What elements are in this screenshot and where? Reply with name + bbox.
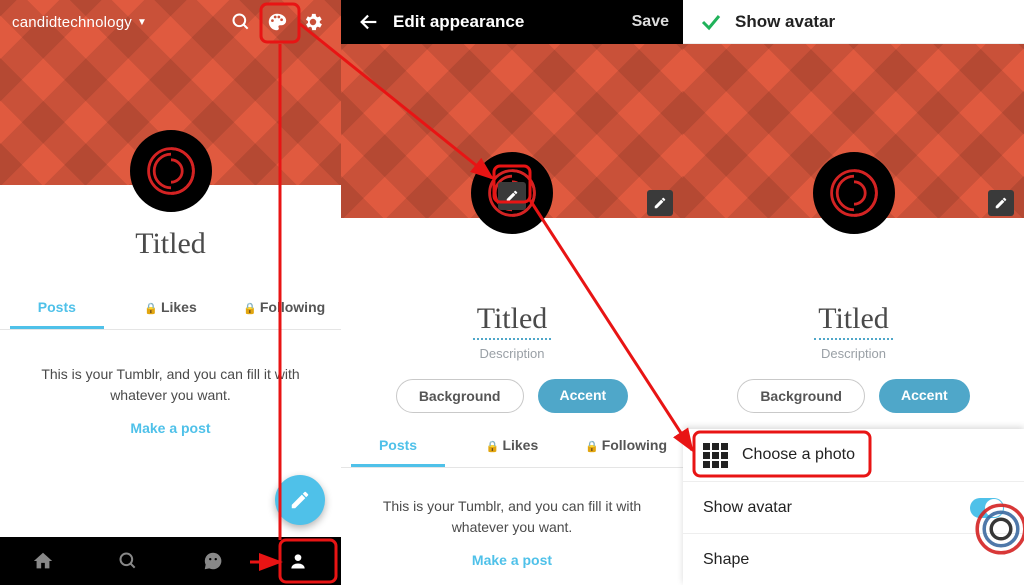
shape-label: Shape bbox=[703, 551, 749, 569]
description-field[interactable]: Description bbox=[341, 346, 683, 361]
confirm-check-icon[interactable] bbox=[693, 4, 729, 40]
avatar-image[interactable] bbox=[813, 152, 895, 234]
edit-avatar-button[interactable] bbox=[498, 182, 526, 210]
grid-icon bbox=[703, 443, 728, 468]
watermark-logo bbox=[966, 494, 1024, 569]
nav-messages-icon[interactable] bbox=[193, 541, 233, 581]
panel-edit-appearance: Edit appearance Save Titled Description … bbox=[341, 0, 683, 585]
compose-fab[interactable] bbox=[275, 475, 325, 525]
accent-button[interactable]: Accent bbox=[879, 379, 970, 413]
search-icon[interactable] bbox=[223, 4, 259, 40]
tab-likes[interactable]: 🔒Likes bbox=[114, 285, 228, 329]
show-avatar-label: Show avatar bbox=[703, 499, 792, 517]
lock-icon: 🔒 bbox=[144, 303, 158, 315]
panel-blog: candidtechnology ▼ Titled Posts 🔒Likes 🔒… bbox=[0, 0, 341, 585]
edit-header-button[interactable] bbox=[647, 190, 673, 216]
gear-icon[interactable] bbox=[295, 4, 331, 40]
avatar-image[interactable] bbox=[130, 130, 212, 212]
tab-following[interactable]: 🔒Following bbox=[227, 285, 341, 329]
accent-button[interactable]: Accent bbox=[538, 379, 629, 413]
make-post-link[interactable]: Make a post bbox=[0, 420, 341, 436]
palette-icon[interactable] bbox=[259, 4, 295, 40]
chevron-down-icon[interactable]: ▼ bbox=[137, 17, 147, 28]
background-button[interactable]: Background bbox=[396, 379, 524, 413]
lock-icon: 🔒 bbox=[243, 303, 257, 315]
description-field[interactable]: Description bbox=[683, 346, 1024, 361]
save-button[interactable]: Save bbox=[632, 13, 673, 31]
nav-search-icon[interactable] bbox=[108, 541, 148, 581]
choose-photo-label: Choose a photo bbox=[742, 446, 855, 464]
background-button[interactable]: Background bbox=[737, 379, 865, 413]
tab-likes[interactable]: 🔒Likes bbox=[455, 423, 569, 467]
header-title: Edit appearance bbox=[393, 12, 524, 32]
header-title: Show avatar bbox=[735, 12, 835, 32]
lock-icon: 🔒 bbox=[585, 441, 599, 453]
bottom-nav bbox=[0, 537, 341, 585]
edit-header-button[interactable] bbox=[988, 190, 1014, 216]
lock-icon: 🔒 bbox=[486, 441, 500, 453]
empty-state-text: This is your Tumblr, and you can fill it… bbox=[0, 364, 341, 406]
choose-photo-row[interactable]: Choose a photo bbox=[683, 429, 1024, 481]
back-arrow-icon[interactable] bbox=[351, 4, 387, 40]
nav-home-icon[interactable] bbox=[23, 541, 63, 581]
blog-title-editable[interactable]: Titled bbox=[473, 302, 552, 340]
blog-title: Titled bbox=[0, 227, 341, 261]
blog-title-editable[interactable]: Titled bbox=[814, 302, 893, 340]
tab-following[interactable]: 🔒Following bbox=[569, 423, 683, 467]
nav-profile-icon[interactable] bbox=[278, 541, 318, 581]
blog-name[interactable]: candidtechnology bbox=[12, 14, 132, 31]
make-post-link[interactable]: Make a post bbox=[341, 552, 683, 568]
empty-state-text: This is your Tumblr, and you can fill it… bbox=[341, 496, 683, 538]
tab-posts[interactable]: Posts bbox=[0, 285, 114, 329]
tab-posts[interactable]: Posts bbox=[341, 423, 455, 467]
